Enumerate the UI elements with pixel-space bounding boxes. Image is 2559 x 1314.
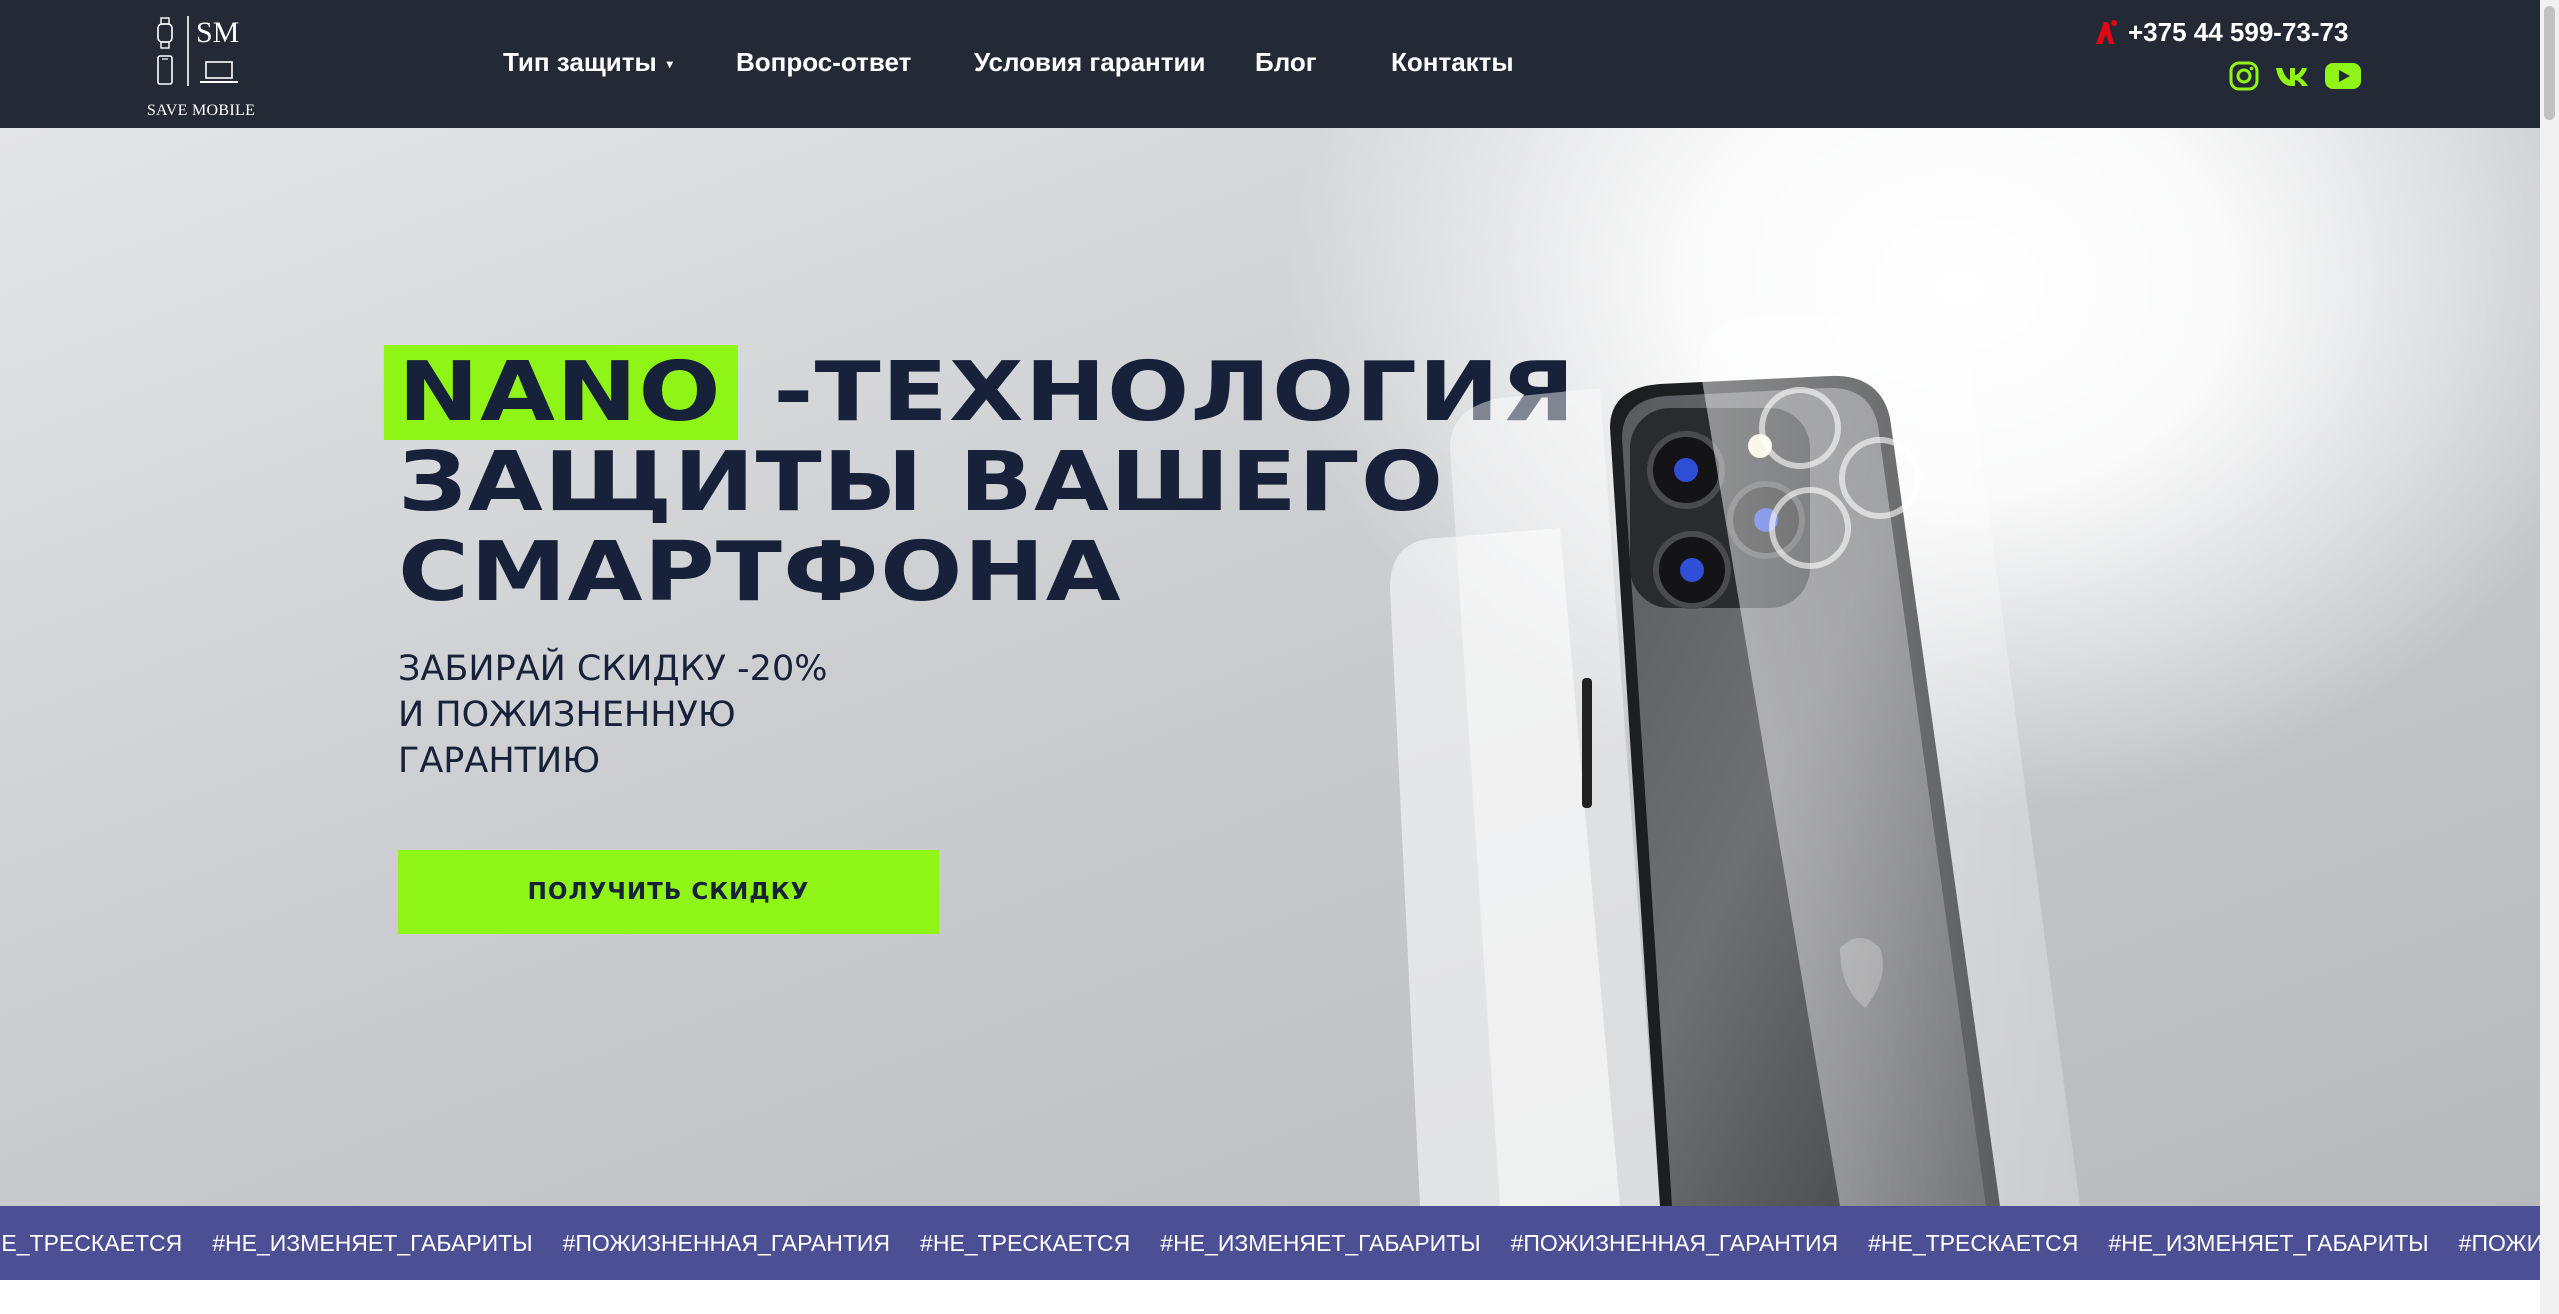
logo-brand-name: SAVE MOBILE [146, 102, 256, 119]
ticker-tag: #НЕ_ИЗМЕНЯЕТ_ГАБАРИТЫ [2108, 1229, 2429, 1256]
phone-number: +375 44 599-73-73 [2128, 16, 2349, 47]
nav-item-blog[interactable]: Блог [1255, 44, 1317, 80]
instagram-icon[interactable] [2228, 60, 2260, 97]
ticker-tag: #НЕ_ТРЕСКАЕТСЯ [0, 1229, 183, 1256]
get-discount-button[interactable]: ПОЛУЧИТЬ СКИДКУ [398, 850, 939, 934]
ticker-tag: #ПОЖИЗНЕННАЯ_ГАРАНТИЯ [2458, 1229, 2540, 1256]
caret-down-icon: ▾ [666, 57, 673, 72]
nav-item-label: Тип защиты [503, 47, 657, 77]
smartphone-with-film-illustration [1390, 312, 2080, 1206]
feature-ticker: #НЕ_ТРЕСКАЕТСЯ #НЕ_ИЗМЕНЯЕТ_ГАБАРИТЫ #ПО… [0, 1206, 2540, 1280]
scrollbar-thumb[interactable] [2544, 6, 2555, 120]
nav-item-contacts[interactable]: Контакты [1391, 44, 1514, 80]
site-header: SM SAVE MOBILE Тип защиты ▾ Вопрос-ответ … [0, 0, 2540, 128]
ticker-tag: #НЕ_ТРЕСКАЕТСЯ [1868, 1229, 2079, 1256]
nav-item-warranty-terms[interactable]: Условия гарантии [974, 44, 1205, 80]
hero-section: NANO -ТЕХНОЛОГИЯ ЗАЩИТЫ ВАШЕГО СМАРТФОНА… [0, 128, 2540, 1206]
ticker-tag: #НЕ_ИЗМЕНЯЕТ_ГАБАРИТЫ [1160, 1229, 1481, 1256]
youtube-icon[interactable] [2324, 60, 2362, 97]
vk-icon[interactable] [2274, 60, 2310, 97]
subtitle-line: ГАРАНТИЮ [398, 741, 601, 781]
page-scrollbar[interactable] [2540, 0, 2559, 1314]
nav-item-faq[interactable]: Вопрос-ответ [736, 44, 911, 80]
logo[interactable]: SM SAVE MOBILE [146, 14, 256, 119]
ticker-tag: #ПОЖИЗНЕННАЯ_ГАРАНТИЯ [1510, 1229, 1839, 1256]
ticker-tag: #НЕ_ТРЕСКАЕТСЯ [920, 1229, 1131, 1256]
headline-highlight: NANO [383, 345, 739, 440]
a1-operator-icon [2096, 20, 2117, 44]
ticker-track: #НЕ_ТРЕСКАЕТСЯ #НЕ_ИЗМЕНЯЕТ_ГАБАРИТЫ #ПО… [0, 1206, 2540, 1280]
subtitle-line: ЗАБИРАЙ СКИДКУ -20% [398, 649, 828, 689]
logo-monogram: SM [196, 16, 240, 49]
ticker-tag: #НЕ_ИЗМЕНЯЕТ_ГАБАРИТЫ [212, 1229, 533, 1256]
nav-item-protection-type[interactable]: Тип защиты ▾ [503, 44, 673, 82]
social-links [2228, 60, 2362, 97]
subtitle-line: И ПОЖИЗНЕННУЮ [398, 695, 736, 735]
ticker-tag: #ПОЖИЗНЕННАЯ_ГАРАНТИЯ [562, 1229, 891, 1256]
hero-subtitle: ЗАБИРАЙ СКИДКУ -20% И ПОЖИЗНЕННУЮ ГАРАНТ… [398, 646, 1098, 784]
phone-link[interactable]: +375 44 599-73-73 [2094, 14, 2348, 50]
